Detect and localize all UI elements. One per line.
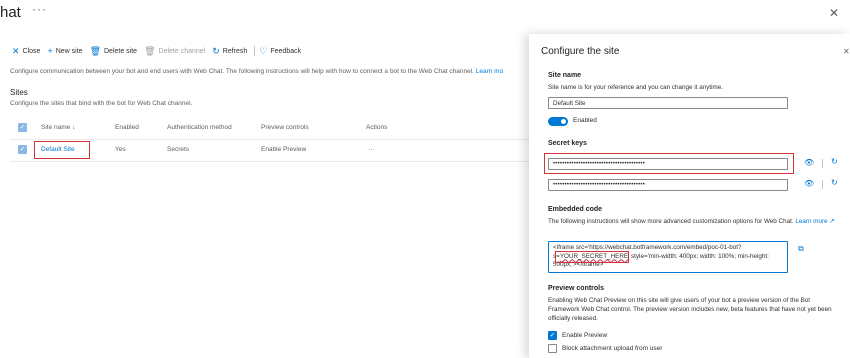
page-close-icon[interactable]: ✕ — [829, 6, 839, 20]
panel-close-icon[interactable]: ✕ — [843, 47, 850, 56]
secret-keys-heading: Secret keys — [548, 140, 587, 147]
select-all-checkbox[interactable]: ✓ — [18, 123, 27, 132]
close-button[interactable]: ✕ Close — [12, 46, 40, 57]
channel-description: Configure communication between your bot… — [10, 68, 503, 75]
row-actions-icon[interactable]: ··· — [368, 146, 375, 153]
preview-cell: Enable Preview — [261, 146, 307, 153]
delete-site-label: Delete site — [104, 47, 138, 55]
site-name-heading: Site name — [548, 72, 582, 79]
column-header-preview: Preview controls — [261, 124, 309, 131]
enable-preview-label: Enable Preview — [562, 332, 608, 339]
page-title: hat — [0, 4, 21, 21]
sites-table-header: ✓ Site name ↓ Enabled Authentication met… — [10, 118, 530, 140]
command-bar: ✕ Close + New site 🗑︎ Delete site 🗑︎ Del… — [12, 44, 308, 58]
site-name-description: Site name is for your reference and you … — [548, 84, 724, 91]
preview-controls-heading: Preview controls — [548, 285, 605, 292]
refresh-label: Refresh — [222, 47, 248, 55]
close-icon: ✕ — [12, 45, 20, 56]
secret-key-2-input[interactable]: •••••••••••••••••••••••••••••••••••••••• — [548, 179, 788, 191]
new-site-label: New site — [55, 47, 83, 55]
site-name-input[interactable]: Default Site — [548, 97, 788, 109]
embedded-code-description: The following instructions will show mor… — [548, 217, 838, 226]
auth-cell: Secrets — [167, 146, 190, 153]
feedback-icon: ♡ — [259, 45, 268, 56]
delete-icon: 🗑︎ — [144, 45, 156, 56]
site-name-highlight — [34, 141, 90, 159]
secret-key-highlight — [544, 153, 794, 174]
enabled-toggle[interactable] — [548, 117, 568, 126]
feedback-button[interactable]: ♡ Feedback — [259, 46, 301, 57]
column-header-enabled: Enabled — [115, 124, 139, 131]
channel-description-text: Configure communication between your bot… — [10, 68, 474, 75]
learn-more-link[interactable]: Learn mo — [476, 68, 503, 75]
enabled-label: Enabled — [573, 117, 597, 124]
column-header-actions: Actions — [366, 124, 388, 131]
secret-placeholder-highlight — [555, 251, 629, 263]
regenerate-icon[interactable]: ↻ — [831, 178, 838, 187]
more-options-icon[interactable]: ··· — [32, 2, 47, 16]
preview-controls-description: Enabling Web Chat Preview on this site w… — [548, 297, 832, 322]
regenerate-icon[interactable]: ↻ — [831, 157, 838, 166]
panel-title: Configure the site — [541, 46, 620, 57]
icon-divider — [822, 159, 823, 168]
eye-icon[interactable]: 👁︎ — [804, 179, 814, 188]
copy-icon[interactable]: ⧉ — [798, 244, 804, 254]
refresh-icon: ↻ — [212, 45, 220, 56]
column-header-auth: Authentication method — [167, 124, 232, 131]
delete-icon: 🗑︎ — [89, 45, 101, 56]
delete-channel-button[interactable]: 🗑︎ Delete channel — [144, 46, 205, 57]
delete-site-button[interactable]: 🗑︎ Delete site — [90, 46, 138, 57]
code-line-2-suffix: style='min-width: 400px; width: 100%; mi… — [629, 252, 769, 260]
refresh-button[interactable]: ↻ Refresh — [212, 46, 247, 57]
block-attachment-checkbox[interactable] — [548, 344, 557, 353]
feedback-label: Feedback — [270, 47, 302, 55]
sites-heading: Sites — [10, 88, 28, 97]
sites-subheading: Configure the sites that bind with the b… — [10, 100, 193, 107]
delete-channel-label: Delete channel — [158, 47, 206, 55]
embedded-code-description-text: The following instructions will show mor… — [548, 218, 794, 225]
column-header-site-name[interactable]: Site name ↓ — [41, 124, 75, 131]
configure-site-panel: Configure the site ✕ Site name Site name… — [529, 34, 850, 358]
icon-divider — [822, 180, 823, 189]
enabled-cell: Yes — [115, 146, 126, 153]
block-attachment-label: Block attachment upload from user — [562, 345, 663, 352]
toolbar-divider — [254, 46, 256, 56]
embedded-code-heading: Embedded code — [548, 206, 603, 213]
learn-more-link[interactable]: Learn more ↗ — [795, 218, 834, 225]
add-icon: + — [47, 46, 53, 56]
new-site-button[interactable]: + New site — [47, 46, 82, 56]
eye-icon[interactable]: 👁︎ — [804, 158, 814, 167]
row-checkbox[interactable]: ✓ — [18, 145, 27, 154]
enable-preview-checkbox[interactable]: ✓ — [548, 331, 557, 340]
close-label: Close — [22, 47, 41, 55]
